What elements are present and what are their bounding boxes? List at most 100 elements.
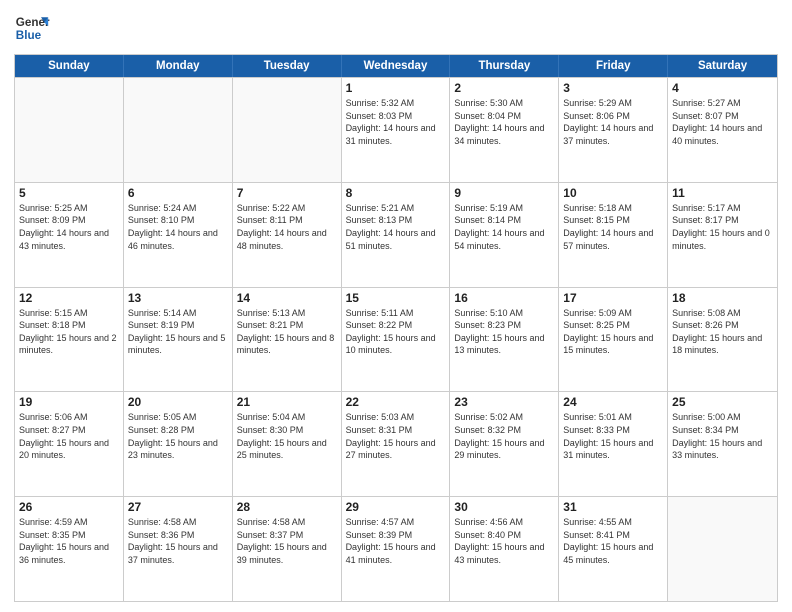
day-info: Sunrise: 4:55 AM Sunset: 8:41 PM Dayligh… — [563, 516, 663, 566]
day-info: Sunrise: 5:02 AM Sunset: 8:32 PM Dayligh… — [454, 411, 554, 461]
day-info: Sunrise: 5:08 AM Sunset: 8:26 PM Dayligh… — [672, 307, 773, 357]
empty-cell — [668, 497, 777, 601]
logo-icon: General Blue — [14, 10, 50, 46]
week-row-5: 26Sunrise: 4:59 AM Sunset: 8:35 PM Dayli… — [15, 496, 777, 601]
day-info: Sunrise: 5:09 AM Sunset: 8:25 PM Dayligh… — [563, 307, 663, 357]
day-number: 27 — [128, 500, 228, 514]
empty-cell — [233, 78, 342, 182]
day-cell-24: 24 Sunrise: 5:01 AM Sunset: 8:33 PM Dayli… — [559, 392, 668, 496]
day-cell-4: 4 Sunrise: 5:27 AM Sunset: 8:07 PM Daylig… — [668, 78, 777, 182]
day-number: 31 — [563, 500, 663, 514]
day-info: Sunrise: 4:58 AM Sunset: 8:36 PM Dayligh… — [128, 516, 228, 566]
day-cell-28: 28 Sunrise: 4:58 AM Sunset: 8:37 PM Dayli… — [233, 497, 342, 601]
calendar-header: SundayMondayTuesdayWednesdayThursdayFrid… — [15, 55, 777, 77]
day-info: Sunrise: 5:14 AM Sunset: 8:19 PM Dayligh… — [128, 307, 228, 357]
day-cell-5: 5Sunrise: 5:25 AM Sunset: 8:09 PM Daylig… — [15, 183, 124, 287]
day-info: Sunrise: 4:58 AM Sunset: 8:37 PM Dayligh… — [237, 516, 337, 566]
day-cell-21: 21Sunrise: 5:04 AM Sunset: 8:30 PM Dayli… — [233, 392, 342, 496]
day-cell-25: 25Sunrise: 5:00 AM Sunset: 8:34 PM Dayli… — [668, 392, 777, 496]
day-number: 11 — [672, 186, 773, 200]
page: General Blue SundayMondayTuesdayWednesda… — [0, 0, 792, 612]
day-info: Sunrise: 5:05 AM Sunset: 8:28 PM Dayligh… — [128, 411, 228, 461]
day-number: 29 — [346, 500, 446, 514]
day-cell-17: 17 Sunrise: 5:09 AM Sunset: 8:25 PM Dayli… — [559, 288, 668, 392]
header: General Blue — [14, 10, 778, 46]
day-number: 23 — [454, 395, 554, 409]
day-cell-2: 2Sunrise: 5:30 AM Sunset: 8:04 PM Daylig… — [450, 78, 559, 182]
logo: General Blue — [14, 10, 50, 46]
day-info: Sunrise: 5:29 AM Sunset: 8:06 PM Dayligh… — [563, 97, 663, 147]
day-cell-30: 30Sunrise: 4:56 AM Sunset: 8:40 PM Dayli… — [450, 497, 559, 601]
svg-text:Blue: Blue — [16, 29, 42, 42]
day-number: 28 — [237, 500, 337, 514]
day-info: Sunrise: 5:18 AM Sunset: 8:15 PM Dayligh… — [563, 202, 663, 252]
header-day-saturday: Saturday — [668, 55, 777, 77]
day-info: Sunrise: 5:15 AM Sunset: 8:18 PM Dayligh… — [19, 307, 119, 357]
day-number: 26 — [19, 500, 119, 514]
day-cell-27: 27 Sunrise: 4:58 AM Sunset: 8:36 PM Dayli… — [124, 497, 233, 601]
day-cell-20: 20Sunrise: 5:05 AM Sunset: 8:28 PM Dayli… — [124, 392, 233, 496]
calendar: SundayMondayTuesdayWednesdayThursdayFrid… — [14, 54, 778, 602]
header-day-monday: Monday — [124, 55, 233, 77]
day-info: Sunrise: 5:10 AM Sunset: 8:23 PM Dayligh… — [454, 307, 554, 357]
day-info: Sunrise: 5:27 AM Sunset: 8:07 PM Dayligh… — [672, 97, 773, 147]
day-info: Sunrise: 5:00 AM Sunset: 8:34 PM Dayligh… — [672, 411, 773, 461]
day-number: 14 — [237, 291, 337, 305]
day-cell-8: 8 Sunrise: 5:21 AM Sunset: 8:13 PM Daylig… — [342, 183, 451, 287]
day-cell-19: 19 Sunrise: 5:06 AM Sunset: 8:27 PM Dayli… — [15, 392, 124, 496]
day-number: 19 — [19, 395, 119, 409]
day-info: Sunrise: 5:01 AM Sunset: 8:33 PM Dayligh… — [563, 411, 663, 461]
day-number: 9 — [454, 186, 554, 200]
day-cell-23: 23 Sunrise: 5:02 AM Sunset: 8:32 PM Dayli… — [450, 392, 559, 496]
day-cell-16: 16Sunrise: 5:10 AM Sunset: 8:23 PM Dayli… — [450, 288, 559, 392]
day-cell-31: 31 Sunrise: 4:55 AM Sunset: 8:41 PM Dayli… — [559, 497, 668, 601]
day-info: Sunrise: 5:21 AM Sunset: 8:13 PM Dayligh… — [346, 202, 446, 252]
day-info: Sunrise: 5:17 AM Sunset: 8:17 PM Dayligh… — [672, 202, 773, 252]
day-cell-10: 10Sunrise: 5:18 AM Sunset: 8:15 PM Dayli… — [559, 183, 668, 287]
day-number: 8 — [346, 186, 446, 200]
header-day-thursday: Thursday — [450, 55, 559, 77]
day-cell-12: 12Sunrise: 5:15 AM Sunset: 8:18 PM Dayli… — [15, 288, 124, 392]
day-info: Sunrise: 4:56 AM Sunset: 8:40 PM Dayligh… — [454, 516, 554, 566]
day-cell-13: 13 Sunrise: 5:14 AM Sunset: 8:19 PM Dayli… — [124, 288, 233, 392]
day-cell-26: 26Sunrise: 4:59 AM Sunset: 8:35 PM Dayli… — [15, 497, 124, 601]
day-cell-9: 9 Sunrise: 5:19 AM Sunset: 8:14 PM Daylig… — [450, 183, 559, 287]
day-number: 22 — [346, 395, 446, 409]
empty-cell — [124, 78, 233, 182]
day-info: Sunrise: 5:03 AM Sunset: 8:31 PM Dayligh… — [346, 411, 446, 461]
day-number: 13 — [128, 291, 228, 305]
day-cell-22: 22 Sunrise: 5:03 AM Sunset: 8:31 PM Dayli… — [342, 392, 451, 496]
day-cell-3: 3 Sunrise: 5:29 AM Sunset: 8:06 PM Daylig… — [559, 78, 668, 182]
day-number: 6 — [128, 186, 228, 200]
header-day-tuesday: Tuesday — [233, 55, 342, 77]
week-row-3: 12Sunrise: 5:15 AM Sunset: 8:18 PM Dayli… — [15, 287, 777, 392]
day-info: Sunrise: 5:22 AM Sunset: 8:11 PM Dayligh… — [237, 202, 337, 252]
day-number: 1 — [346, 81, 446, 95]
week-row-2: 5Sunrise: 5:25 AM Sunset: 8:09 PM Daylig… — [15, 182, 777, 287]
header-day-wednesday: Wednesday — [342, 55, 451, 77]
week-row-4: 19 Sunrise: 5:06 AM Sunset: 8:27 PM Dayli… — [15, 391, 777, 496]
day-info: Sunrise: 5:13 AM Sunset: 8:21 PM Dayligh… — [237, 307, 337, 357]
day-cell-18: 18 Sunrise: 5:08 AM Sunset: 8:26 PM Dayli… — [668, 288, 777, 392]
day-number: 17 — [563, 291, 663, 305]
day-info: Sunrise: 4:57 AM Sunset: 8:39 PM Dayligh… — [346, 516, 446, 566]
day-number: 21 — [237, 395, 337, 409]
empty-cell — [15, 78, 124, 182]
header-day-friday: Friday — [559, 55, 668, 77]
day-cell-7: 7 Sunrise: 5:22 AM Sunset: 8:11 PM Daylig… — [233, 183, 342, 287]
day-number: 5 — [19, 186, 119, 200]
day-cell-14: 14 Sunrise: 5:13 AM Sunset: 8:21 PM Dayli… — [233, 288, 342, 392]
day-cell-6: 6 Sunrise: 5:24 AM Sunset: 8:10 PM Daylig… — [124, 183, 233, 287]
day-number: 4 — [672, 81, 773, 95]
day-info: Sunrise: 5:24 AM Sunset: 8:10 PM Dayligh… — [128, 202, 228, 252]
day-number: 18 — [672, 291, 773, 305]
day-cell-15: 15Sunrise: 5:11 AM Sunset: 8:22 PM Dayli… — [342, 288, 451, 392]
day-number: 7 — [237, 186, 337, 200]
day-number: 24 — [563, 395, 663, 409]
day-cell-11: 11 Sunrise: 5:17 AM Sunset: 8:17 PM Dayli… — [668, 183, 777, 287]
day-cell-29: 29 Sunrise: 4:57 AM Sunset: 8:39 PM Dayli… — [342, 497, 451, 601]
day-info: Sunrise: 5:32 AM Sunset: 8:03 PM Dayligh… — [346, 97, 446, 147]
day-info: Sunrise: 5:06 AM Sunset: 8:27 PM Dayligh… — [19, 411, 119, 461]
day-number: 3 — [563, 81, 663, 95]
day-info: Sunrise: 5:19 AM Sunset: 8:14 PM Dayligh… — [454, 202, 554, 252]
